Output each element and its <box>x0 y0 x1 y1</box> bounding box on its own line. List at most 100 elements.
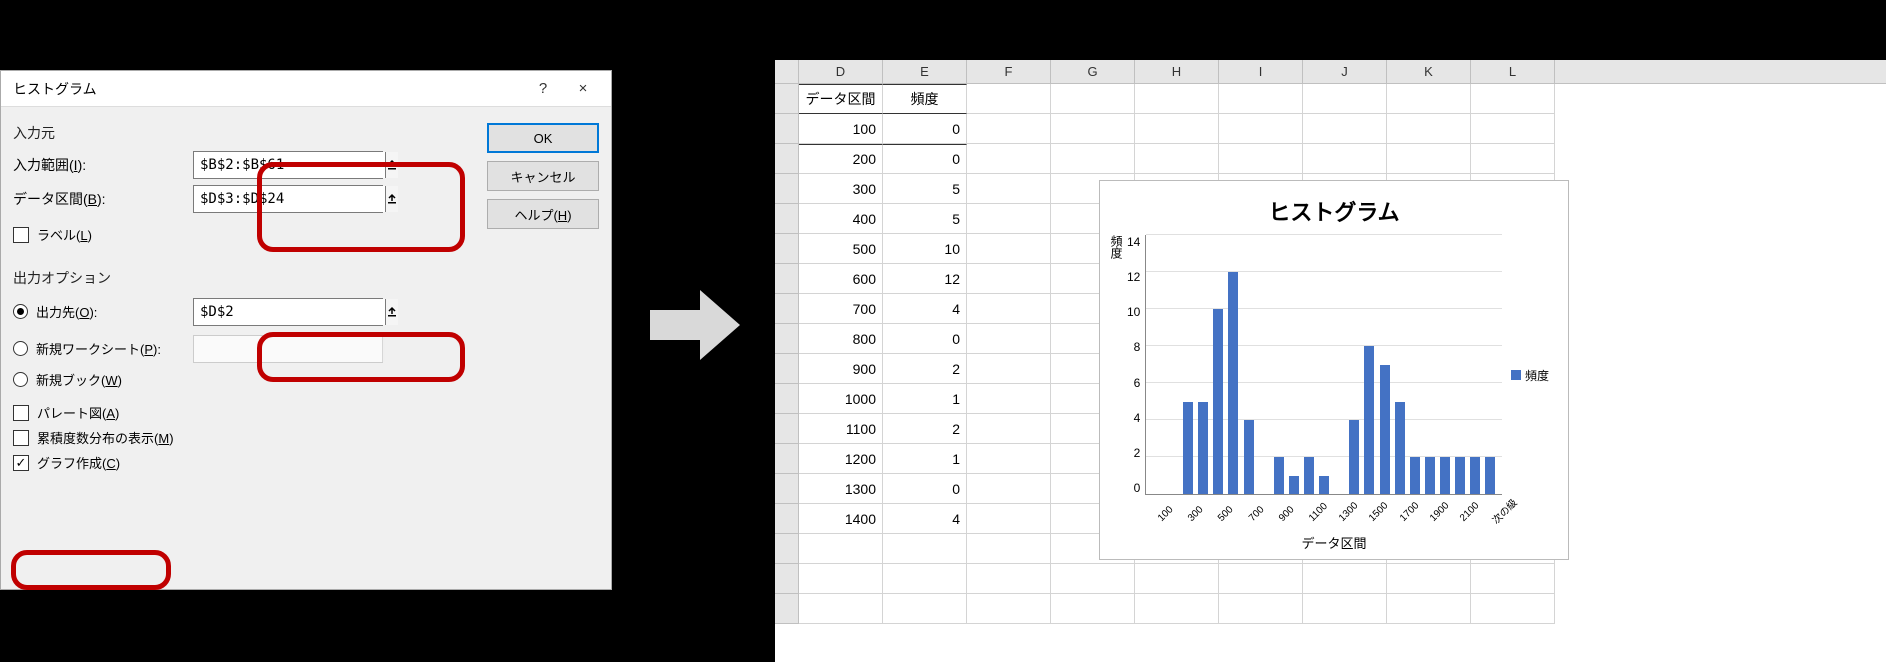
cell[interactable] <box>1051 594 1135 624</box>
cell[interactable] <box>1219 114 1303 144</box>
output-ref-field[interactable] <box>194 299 385 325</box>
cell[interactable] <box>967 294 1051 324</box>
cell[interactable] <box>883 564 967 594</box>
cell[interactable] <box>1471 594 1555 624</box>
new-workbook-radio[interactable]: 新規ブック(W) <box>13 370 471 389</box>
cell[interactable] <box>967 354 1051 384</box>
column-header[interactable]: G <box>1051 60 1135 83</box>
cell[interactable]: 1 <box>883 444 967 474</box>
column-header[interactable]: J <box>1303 60 1387 83</box>
labels-checkbox[interactable]: ラベル(L) <box>13 225 471 244</box>
cell[interactable]: 1100 <box>799 414 883 444</box>
cell[interactable] <box>1219 594 1303 624</box>
cell[interactable] <box>967 114 1051 144</box>
cell[interactable]: 1000 <box>799 384 883 414</box>
cell[interactable] <box>1471 114 1555 144</box>
cell[interactable] <box>1135 594 1219 624</box>
cell[interactable]: 2 <box>883 414 967 444</box>
cell[interactable] <box>967 174 1051 204</box>
cell[interactable]: 700 <box>799 294 883 324</box>
cell[interactable]: 12 <box>883 264 967 294</box>
column-header[interactable]: H <box>1135 60 1219 83</box>
cell[interactable]: 200 <box>799 144 883 174</box>
cell[interactable] <box>1219 564 1303 594</box>
cell[interactable] <box>967 84 1051 114</box>
cell[interactable] <box>1387 594 1471 624</box>
cell[interactable] <box>967 414 1051 444</box>
cell[interactable] <box>799 594 883 624</box>
cell[interactable] <box>1303 84 1387 114</box>
cell[interactable]: 0 <box>883 474 967 504</box>
column-header[interactable]: I <box>1219 60 1303 83</box>
cell[interactable]: 4 <box>883 294 967 324</box>
bin-range-field[interactable] <box>194 186 385 212</box>
cell[interactable]: 300 <box>799 174 883 204</box>
collapse-icon[interactable] <box>385 186 398 212</box>
cell[interactable]: 2 <box>883 354 967 384</box>
cell[interactable] <box>967 504 1051 534</box>
cell[interactable]: 1 <box>883 384 967 414</box>
cell[interactable] <box>1051 84 1135 114</box>
cell[interactable] <box>1051 114 1135 144</box>
cell[interactable] <box>1135 84 1219 114</box>
ok-button[interactable]: OK <box>487 123 599 153</box>
collapse-icon[interactable] <box>385 152 398 178</box>
cell[interactable] <box>967 324 1051 354</box>
cell[interactable] <box>1303 114 1387 144</box>
cell[interactable] <box>1387 114 1471 144</box>
cell[interactable] <box>967 534 1051 564</box>
pareto-checkbox[interactable]: パレート図(A) <box>13 403 471 422</box>
new-worksheet-field[interactable] <box>194 336 385 362</box>
help-button[interactable]: ヘルプ(H) <box>487 199 599 229</box>
cell[interactable] <box>799 534 883 564</box>
cell[interactable] <box>1135 564 1219 594</box>
help-icon[interactable]: ? <box>523 73 563 105</box>
cell[interactable] <box>883 594 967 624</box>
histogram-chart[interactable]: ヒストグラム 頻度 14121086420 100300500700900110… <box>1099 180 1569 560</box>
cell[interactable]: 1400 <box>799 504 883 534</box>
cell[interactable]: 800 <box>799 324 883 354</box>
cell[interactable]: 0 <box>883 144 967 174</box>
chart-output-checkbox[interactable]: グラフ作成(C) <box>13 453 471 472</box>
cell[interactable] <box>1051 144 1135 174</box>
cell[interactable] <box>1303 144 1387 174</box>
cell[interactable] <box>799 564 883 594</box>
cell[interactable] <box>967 444 1051 474</box>
cell[interactable] <box>967 384 1051 414</box>
cell[interactable] <box>967 144 1051 174</box>
cell[interactable]: データ区間 <box>799 84 883 114</box>
cell[interactable]: 100 <box>799 114 883 144</box>
cell[interactable]: 0 <box>883 114 967 144</box>
cell[interactable]: 頻度 <box>883 84 967 114</box>
close-icon[interactable]: × <box>563 73 603 105</box>
cell[interactable]: 5 <box>883 204 967 234</box>
output-ref-radio[interactable]: 出力先(O): <box>13 302 193 321</box>
cell[interactable] <box>1387 144 1471 174</box>
cell[interactable] <box>1051 564 1135 594</box>
cell[interactable] <box>967 564 1051 594</box>
cumulative-checkbox[interactable]: 累積度数分布の表示(M) <box>13 428 471 447</box>
cell[interactable] <box>883 534 967 564</box>
cell[interactable] <box>1471 564 1555 594</box>
cell[interactable]: 600 <box>799 264 883 294</box>
cell[interactable]: 0 <box>883 324 967 354</box>
collapse-icon[interactable] <box>385 299 398 325</box>
column-header[interactable]: L <box>1471 60 1555 83</box>
cell[interactable] <box>1471 84 1555 114</box>
cancel-button[interactable]: キャンセル <box>487 161 599 191</box>
column-header[interactable]: K <box>1387 60 1471 83</box>
input-range-field[interactable] <box>194 152 385 178</box>
new-worksheet-radio[interactable]: 新規ワークシート(P): <box>13 339 193 358</box>
cell[interactable]: 500 <box>799 234 883 264</box>
cell[interactable] <box>1219 144 1303 174</box>
cell[interactable] <box>1135 144 1219 174</box>
cell[interactable] <box>1387 84 1471 114</box>
cell[interactable]: 10 <box>883 234 967 264</box>
cell[interactable] <box>1387 564 1471 594</box>
cell[interactable]: 1300 <box>799 474 883 504</box>
column-header[interactable]: D <box>799 60 883 83</box>
cell[interactable] <box>1219 84 1303 114</box>
cell[interactable] <box>967 204 1051 234</box>
cell[interactable]: 4 <box>883 504 967 534</box>
cell[interactable] <box>1471 144 1555 174</box>
